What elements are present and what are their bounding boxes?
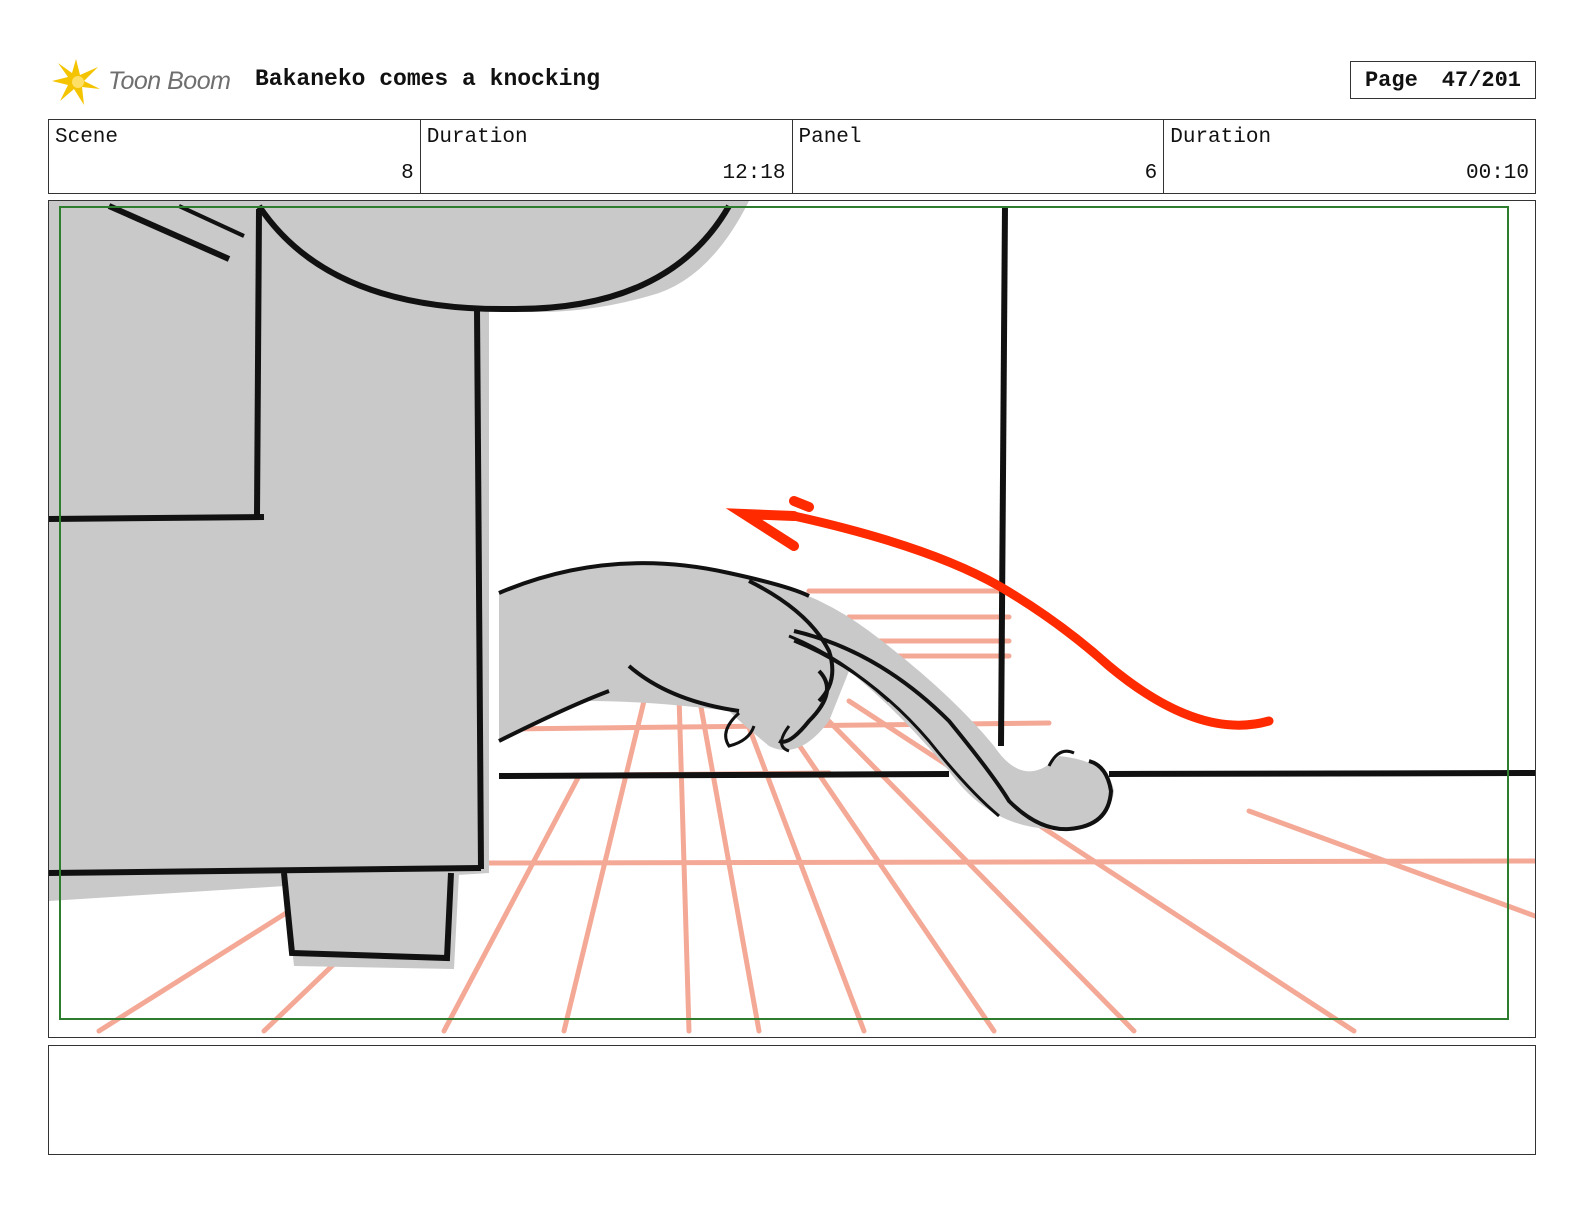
- panel-duration-value: 00:10: [1465, 162, 1529, 185]
- storyboard-panel: [48, 200, 1536, 1038]
- starburst-icon: [52, 59, 100, 105]
- scene-duration-label: Duration: [426, 126, 528, 149]
- scene-duration-cell: Duration 12:18: [421, 120, 793, 193]
- page-label: Page: [1364, 67, 1418, 93]
- panel-drawing: [49, 201, 1535, 1034]
- page-indicator: Page 47/201: [1350, 61, 1536, 99]
- storyboard-title: Bakaneko comes a knocking: [255, 66, 601, 92]
- panel-notes: [48, 1045, 1536, 1155]
- scene-duration-value: 12:18: [722, 162, 786, 185]
- page-value: 47/201: [1441, 67, 1522, 93]
- panel-value: 6: [1144, 162, 1158, 185]
- scene-cell: Scene 8: [49, 120, 421, 193]
- panel-duration-cell: Duration 00:10: [1164, 120, 1535, 193]
- scene-label: Scene: [55, 126, 119, 149]
- scene-value: 8: [401, 162, 414, 185]
- panel-label: Panel: [798, 126, 862, 149]
- scene-info-bar: Scene 8 Duration 12:18 Panel 6 Duration …: [48, 119, 1536, 194]
- logo-text: Toon Boom: [108, 66, 231, 95]
- panel-cell: Panel 6: [793, 120, 1165, 193]
- panel-duration-label: Duration: [1170, 126, 1272, 149]
- toon-boom-logo: Toon Boom: [50, 55, 231, 107]
